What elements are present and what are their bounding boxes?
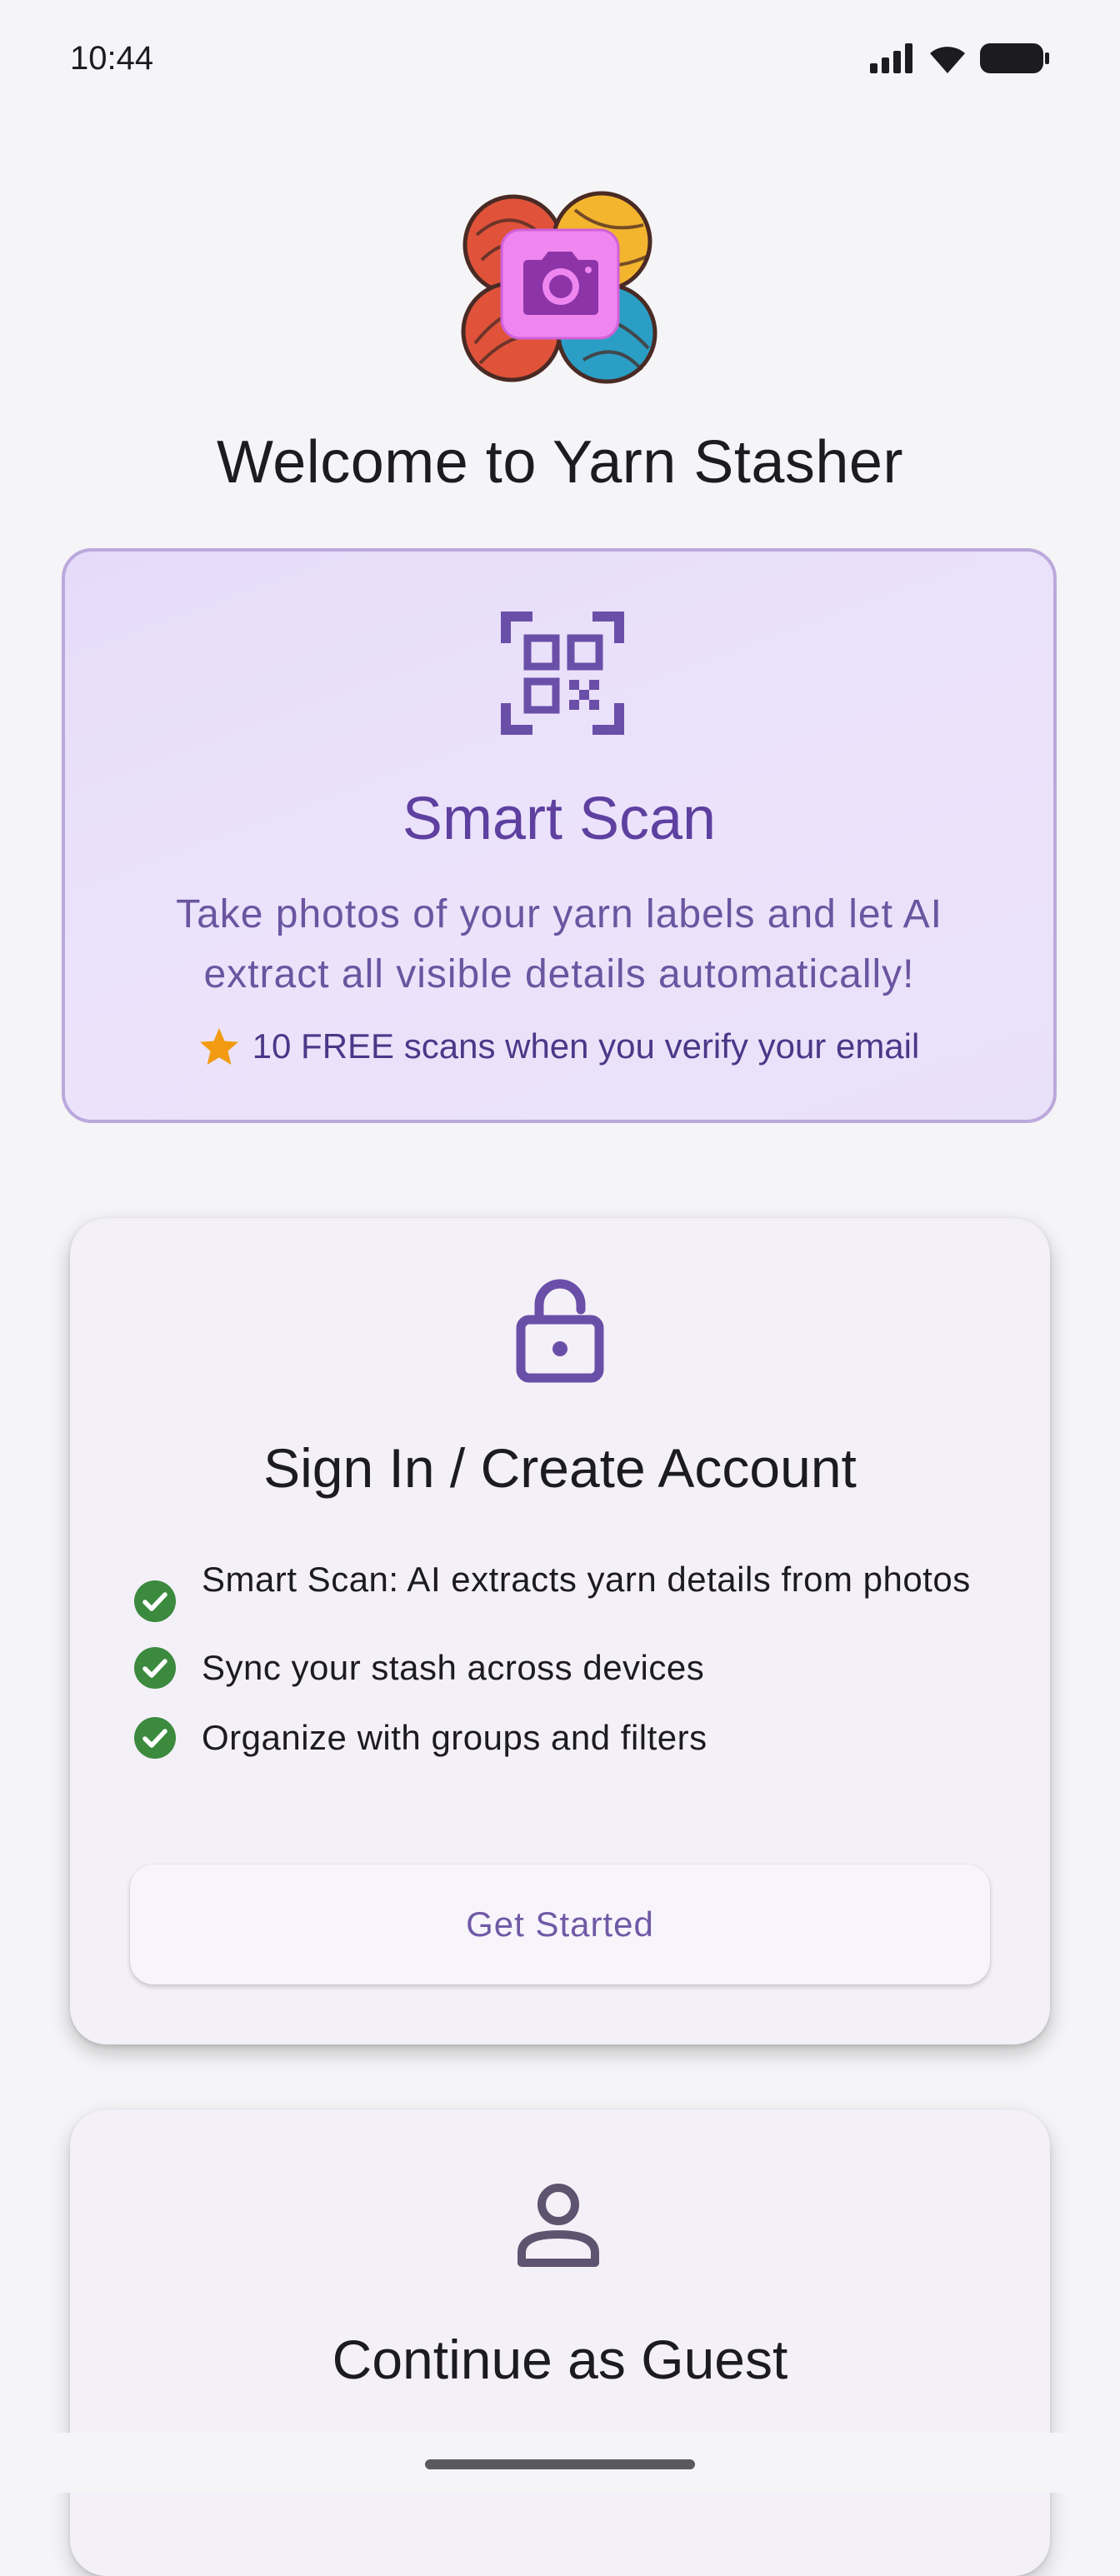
feature-item: Sync your stash across devices <box>133 1643 1000 1693</box>
feature-text: Organize with groups and filters <box>202 1718 708 1757</box>
smart-scan-promo: 10 FREE scans when you verify your email <box>65 1026 1053 1066</box>
status-bar: 10:44 <box>0 0 1120 117</box>
smart-scan-title: Smart Scan <box>402 786 717 852</box>
get-started-button[interactable]: Get Started <box>130 1865 990 1984</box>
qr-code-scanner-icon <box>501 612 624 735</box>
guest-card[interactable]: Continue as Guest <box>70 2109 1050 2576</box>
wifi-icon <box>930 47 965 73</box>
smart-scan-description: Take photos of your yarn labels and let … <box>176 892 942 996</box>
feature-text: Sync your stash across devices <box>202 1648 705 1687</box>
welcome-title: Welcome to Yarn Stasher <box>217 429 903 496</box>
signal-icon <box>870 43 912 73</box>
signin-card: Sign In / Create Account Smart Scan: AI … <box>70 1218 1050 2044</box>
smart-scan-promo-text: 10 FREE scans when you verify your email <box>252 1026 920 1066</box>
check-circle-icon <box>134 1580 176 1622</box>
check-circle-icon <box>134 1647 176 1689</box>
yarn-camera-logo-icon <box>461 191 658 384</box>
smart-scan-card: Smart Scan Take photos of your yarn labe… <box>62 548 1057 1123</box>
guest-title: Continue as Guest <box>332 2329 788 2390</box>
battery-icon <box>980 43 1049 73</box>
home-indicator[interactable] <box>425 2459 695 2469</box>
status-time: 10:44 <box>70 40 154 77</box>
signin-title: Sign In / Create Account <box>263 1437 857 1499</box>
star-icon <box>199 1028 238 1065</box>
feature-list: Smart Scan: AI extracts yarn details fro… <box>133 1555 1000 1783</box>
check-circle-icon <box>134 1717 176 1759</box>
lock-open-icon <box>516 1279 604 1383</box>
status-icons <box>870 42 1050 75</box>
person-outline-icon <box>518 2184 599 2267</box>
feature-text: Smart Scan: AI extracts yarn details fro… <box>202 1560 971 1599</box>
feature-item: Organize with groups and filters <box>133 1713 1000 1763</box>
feature-item: Smart Scan: AI extracts yarn details fro… <box>133 1555 1000 1623</box>
